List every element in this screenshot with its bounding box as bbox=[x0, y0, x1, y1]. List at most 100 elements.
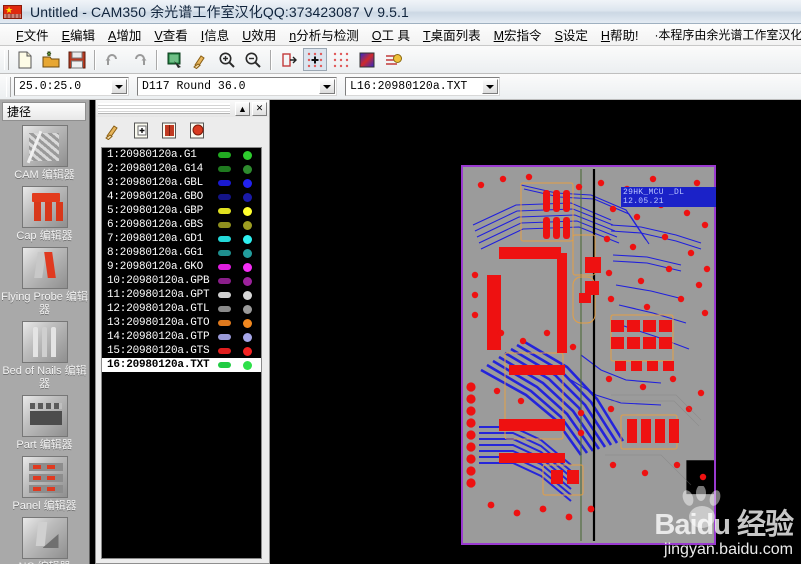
open-file-icon[interactable] bbox=[39, 48, 63, 71]
layer-dash-swatch[interactable] bbox=[218, 194, 231, 200]
comborow-grip[interactable] bbox=[6, 77, 11, 97]
menu-help[interactable]: H帮助! bbox=[595, 24, 646, 45]
layer-color-swatch[interactable] bbox=[243, 193, 252, 202]
layer-dash-swatch[interactable] bbox=[218, 348, 231, 354]
color-palette-icon[interactable] bbox=[355, 48, 379, 71]
aperture-combo-chevron-down-icon[interactable] bbox=[319, 79, 335, 94]
layer-color-swatch[interactable] bbox=[243, 333, 252, 342]
menu-utility[interactable]: U效用 bbox=[236, 24, 283, 45]
menu-edit[interactable]: E编辑 bbox=[56, 24, 102, 45]
zoom-out-icon[interactable] bbox=[241, 48, 265, 71]
layer-dash-swatch[interactable] bbox=[218, 320, 231, 326]
layer-dash-swatch[interactable] bbox=[218, 264, 231, 270]
save-file-icon[interactable] bbox=[65, 48, 89, 71]
panel-editor-icon bbox=[22, 456, 68, 498]
measure-icon[interactable] bbox=[277, 48, 301, 71]
layer-color-swatch[interactable] bbox=[243, 207, 252, 216]
redo-icon[interactable] bbox=[127, 48, 151, 71]
layer-dash-swatch[interactable] bbox=[218, 278, 231, 284]
clean-icon[interactable] bbox=[189, 48, 213, 71]
layer-color-swatch[interactable] bbox=[243, 235, 252, 244]
layer-dash-swatch[interactable] bbox=[218, 250, 231, 256]
layer-list-item[interactable]: 1:20980120a.G1 bbox=[102, 148, 261, 162]
layer-list-item[interactable]: 15:20980120a.GTS bbox=[102, 344, 261, 358]
import-layer-icon[interactable] bbox=[160, 121, 179, 140]
menu-tables[interactable]: T桌面列表 bbox=[417, 24, 488, 45]
new-file-icon[interactable] bbox=[13, 48, 37, 71]
layer-color-swatch[interactable] bbox=[243, 151, 252, 160]
layer-color-swatch[interactable] bbox=[243, 361, 252, 370]
layer-dash-swatch[interactable] bbox=[218, 334, 231, 340]
layer-dash-swatch[interactable] bbox=[218, 166, 231, 172]
layer-list-item[interactable]: 8:20980120a.GG1 bbox=[102, 246, 261, 260]
query-icon[interactable] bbox=[163, 48, 187, 71]
layer-list-item[interactable]: 7:20980120a.GD1 bbox=[102, 232, 261, 246]
sidebar-item-flying-probe-editor[interactable]: Flying Probe 编辑器 bbox=[0, 247, 89, 317]
layer-color-swatch[interactable] bbox=[243, 263, 252, 272]
menu-settings[interactable]: S设定 bbox=[549, 24, 595, 45]
layer-list-item[interactable]: 10:20980120a.GPB bbox=[102, 274, 261, 288]
layer-dash-swatch[interactable] bbox=[218, 362, 231, 368]
menu-tools[interactable]: O工 具 bbox=[366, 24, 417, 45]
layer-list-item[interactable]: 3:20980120a.GBL bbox=[102, 176, 261, 190]
layer-dash-swatch[interactable] bbox=[218, 222, 231, 228]
layer-color-swatch[interactable] bbox=[243, 347, 252, 356]
layer-settings-icon[interactable] bbox=[381, 48, 405, 71]
menu-file[interactable]: F文件 bbox=[10, 24, 56, 45]
menu-macro[interactable]: M宏指令 bbox=[488, 24, 549, 45]
layer-list-item[interactable]: 13:20980120a.GTO bbox=[102, 316, 261, 330]
layer-dash-swatch[interactable] bbox=[218, 208, 231, 214]
layer-dash-swatch[interactable] bbox=[218, 292, 231, 298]
layer-color-swatch[interactable] bbox=[243, 179, 252, 188]
layer-list-item[interactable]: 2:20980120a.G14 bbox=[102, 162, 261, 176]
undo-icon[interactable] bbox=[101, 48, 125, 71]
sidebar-item-panel-editor[interactable]: Panel 编辑器 bbox=[0, 456, 89, 513]
delete-layer-icon[interactable] bbox=[188, 121, 207, 140]
layer-dash-swatch[interactable] bbox=[218, 180, 231, 186]
layer-dash-swatch[interactable] bbox=[218, 306, 231, 312]
layer-list-item-selected[interactable]: 16:20980120a.TXT bbox=[102, 358, 261, 372]
layer-color-swatch[interactable] bbox=[243, 221, 252, 230]
menu-add[interactable]: A增加 bbox=[102, 24, 148, 45]
menu-analysis[interactable]: n分析与检测 bbox=[283, 24, 365, 45]
sidebar-item-part-editor[interactable]: Part 编辑器 bbox=[0, 395, 89, 452]
layer-panel-titlebar[interactable]: ▲ ✕ bbox=[96, 100, 269, 117]
layer-list-item[interactable]: 6:20980120a.GBS bbox=[102, 218, 261, 232]
layer-panel-close-icon[interactable]: ✕ bbox=[252, 102, 267, 116]
menu-view[interactable]: V查看 bbox=[148, 24, 194, 45]
layer-color-swatch[interactable] bbox=[243, 277, 252, 286]
grid-icon[interactable] bbox=[329, 48, 353, 71]
layer-color-swatch[interactable] bbox=[243, 249, 252, 258]
layer-list[interactable]: 1:20980120a.G1 2:20980120a.G14 3:2098012… bbox=[101, 147, 262, 559]
active-layer-combo[interactable]: L16:20980120a.TXT bbox=[345, 77, 500, 96]
layer-panel-drag-handle[interactable] bbox=[98, 103, 230, 114]
layer-list-item[interactable]: 14:20980120a.GTP bbox=[102, 330, 261, 344]
layer-list-item[interactable]: 12:20980120a.GTL bbox=[102, 302, 261, 316]
layer-color-swatch[interactable] bbox=[243, 319, 252, 328]
clear-layers-icon[interactable] bbox=[104, 121, 123, 140]
toolbar-grip[interactable] bbox=[4, 50, 9, 70]
scale-combo-chevron-down-icon[interactable] bbox=[111, 79, 127, 94]
layer-color-swatch[interactable] bbox=[243, 291, 252, 300]
grid-snap-icon[interactable] bbox=[303, 48, 327, 71]
pcb-canvas[interactable]: 29HK_MCU _DL 12.05.21 Baidu 经验 jingyan.b… bbox=[271, 100, 801, 564]
layer-list-item[interactable]: 9:20980120a.GKO bbox=[102, 260, 261, 274]
aperture-combo[interactable]: D117 Round 36.0 bbox=[137, 77, 337, 96]
scale-combo[interactable]: 25.0:25.0 bbox=[14, 77, 129, 96]
layer-color-swatch[interactable] bbox=[243, 305, 252, 314]
layer-color-swatch[interactable] bbox=[243, 165, 252, 174]
layer-list-item[interactable]: 4:20980120a.GBO bbox=[102, 190, 261, 204]
zoom-in-icon[interactable] bbox=[215, 48, 239, 71]
active-layer-combo-chevron-down-icon[interactable] bbox=[482, 79, 498, 94]
sidebar-item-cap-editor[interactable]: Cap 编辑器 bbox=[0, 186, 89, 243]
sidebar-item-bed-of-nails-editor[interactable]: Bed of Nails 编辑器 bbox=[0, 321, 89, 391]
sidebar-item-nc-editor[interactable]: NC 编辑器 bbox=[0, 517, 89, 564]
layer-list-item[interactable]: 11:20980120a.GPT bbox=[102, 288, 261, 302]
layer-panel-collapse-button[interactable]: ▲ bbox=[235, 102, 250, 116]
layer-list-item[interactable]: 5:20980120a.GBP bbox=[102, 204, 261, 218]
layer-dash-swatch[interactable] bbox=[218, 152, 231, 158]
menu-info[interactable]: I信息 bbox=[195, 24, 237, 45]
add-layer-icon[interactable] bbox=[132, 121, 151, 140]
layer-dash-swatch[interactable] bbox=[218, 236, 231, 242]
sidebar-item-cam-editor[interactable]: CAM 编辑器 bbox=[0, 125, 89, 182]
